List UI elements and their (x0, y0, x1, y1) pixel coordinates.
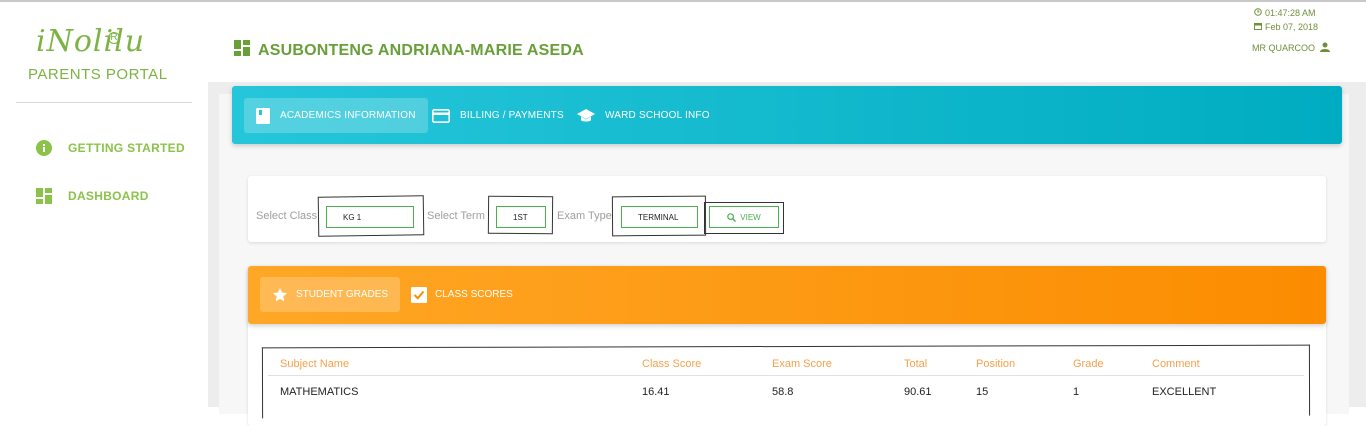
logo-subtitle: PARENTS PORTAL (28, 66, 168, 83)
tab-label: STUDENT GRADES (296, 289, 389, 300)
table-cell: 90.61 (904, 386, 932, 398)
logo[interactable]: iNolilu R PARENTS PORTAL (28, 18, 178, 88)
table-cell: EXCELLENT (1152, 386, 1217, 398)
column-header: Exam Score (772, 358, 832, 370)
datetime: 01:47:28 AM Feb 07, 2018 (1253, 6, 1318, 34)
checkbox-icon (411, 286, 427, 303)
info-icon (36, 140, 52, 156)
term-select[interactable]: 1ST (496, 206, 546, 228)
current-date: Feb 07, 2018 (1264, 22, 1318, 32)
table-cell: 1 (1073, 386, 1080, 398)
tab-billing-payments[interactable]: BILLING / PAYMENTS (432, 98, 564, 133)
tab-label: WARD SCHOOL INFO (605, 110, 710, 121)
sidebar-item-getting-started[interactable]: GETTING STARTED (36, 138, 185, 158)
table-cell: 15 (976, 386, 989, 398)
tab-student-grades[interactable]: STUDENT GRADES (260, 277, 401, 312)
clock-icon (1254, 6, 1262, 20)
book-icon (256, 107, 270, 124)
sidebar-item-label: DASHBOARD (68, 189, 149, 203)
registered-mark: R (108, 32, 120, 44)
class-select[interactable]: KG 1 (326, 206, 414, 228)
main-tabs: ACADEMICS INFORMATION BILLING / PAYMENTS… (232, 86, 1342, 144)
sidebar-item-label: GETTING STARTED (68, 141, 185, 155)
tab-label: ACADEMICS INFORMATION (280, 110, 416, 121)
exam-type-select[interactable]: TERMINAL (621, 206, 698, 228)
logo-brand: iNolilu (36, 24, 146, 59)
column-header: Position (976, 358, 1016, 370)
search-icon (727, 212, 737, 222)
sidebar-item-dashboard[interactable]: DASHBOARD (36, 186, 149, 206)
column-header: Grade (1073, 358, 1104, 370)
page-title: ASUBONTENG ANDRIANA-MARIE ASEDA (234, 40, 584, 61)
dashboard-icon (234, 40, 250, 61)
tab-class-scores[interactable]: CLASS SCORES (411, 277, 513, 312)
user-name: MR QUARCOO (1252, 43, 1315, 53)
column-header: Total (904, 358, 928, 370)
graduation-cap-icon (577, 108, 595, 123)
column-header: Class Score (642, 358, 702, 370)
tab-label: CLASS SCORES (435, 289, 513, 300)
column-header: Subject Name (280, 358, 350, 370)
user-icon (1320, 42, 1330, 54)
table-cell: 58.8 (772, 386, 794, 398)
current-time: 01:47:28 AM (1264, 8, 1316, 18)
grade-tabs: STUDENT GRADES CLASS SCORES (248, 266, 1326, 324)
view-button[interactable]: VIEW (709, 206, 779, 228)
star-icon (272, 287, 288, 303)
student-name: ASUBONTENG ANDRIANA-MARIE ASEDA (258, 41, 584, 59)
table-cell: MATHEMATICS (280, 386, 359, 398)
user-menu[interactable]: MR QUARCOO (1252, 42, 1330, 54)
credit-card-icon (432, 108, 450, 123)
select-class-label: Select Class (256, 210, 318, 222)
select-term-label: Select Term (427, 210, 485, 222)
tab-label: BILLING / PAYMENTS (460, 110, 564, 121)
exam-type-label: Exam Type (557, 210, 612, 222)
tab-academics-information[interactable]: ACADEMICS INFORMATION (244, 98, 428, 133)
header: ASUBONTENG ANDRIANA-MARIE ASEDA 01:47:28… (208, 2, 1366, 82)
sidebar-divider (16, 102, 192, 103)
filter-card: Select Class KG 1 Select Term 1ST Exam T… (248, 176, 1326, 242)
tab-ward-school-info[interactable]: WARD SCHOOL INFO (577, 98, 710, 133)
grades-table: Subject Name Class Score Exam Score Tota… (261, 344, 1311, 426)
annotation-outline (261, 344, 1311, 419)
calendar-icon (1253, 20, 1262, 34)
dashboard-icon (36, 188, 52, 204)
table-cell: 16.41 (642, 386, 670, 398)
column-header: Comment (1152, 358, 1200, 370)
view-button-label: VIEW (740, 212, 761, 222)
header-divider (268, 375, 1304, 376)
sidebar: iNolilu R PARENTS PORTAL GETTING STARTED… (0, 2, 208, 407)
